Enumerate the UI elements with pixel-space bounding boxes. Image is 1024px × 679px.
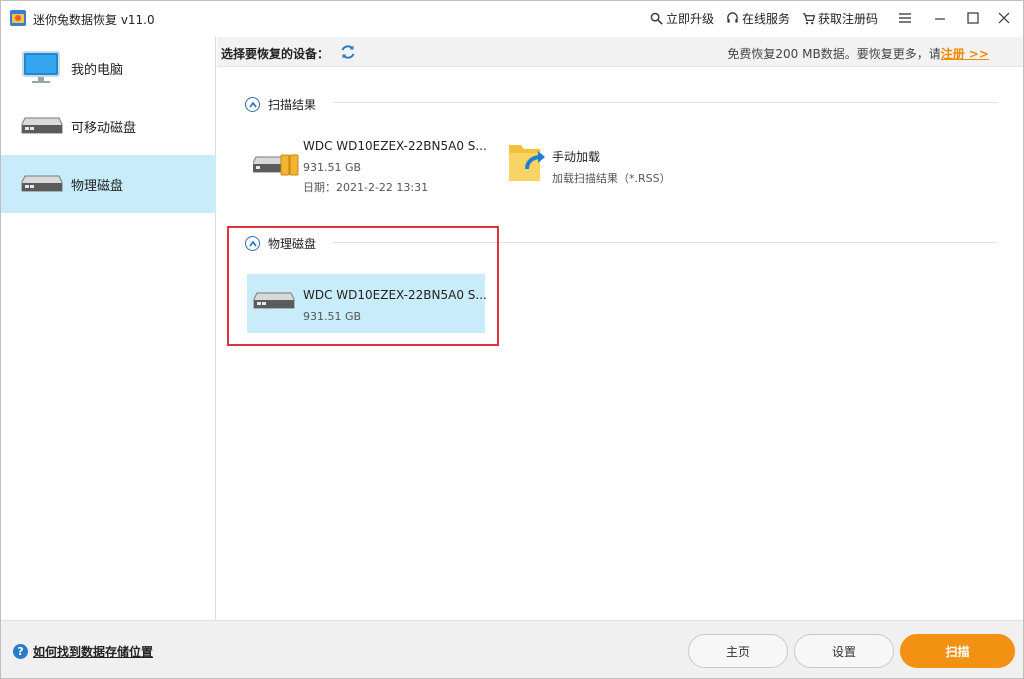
physical-disk-icon <box>21 175 63 192</box>
manual-load-title: 手动加载 <box>552 150 601 164</box>
scan-results-header: 扫描结果 <box>245 96 316 113</box>
section-divider <box>333 102 998 103</box>
free-limit-notice: 免费恢复200 MB数据。要恢复更多，请注册 >> <box>727 45 989 62</box>
settings-button[interactable]: 设置 <box>794 634 894 668</box>
page-title: 选择要恢复的设备： <box>221 47 330 61</box>
support-label: 在线服务 <box>741 12 790 26</box>
sidebar-item-my-computer[interactable]: 我的电脑 <box>1 39 216 97</box>
manual-load-item[interactable]: 手动加载 加载扫描结果（*.RSS） <box>507 141 727 187</box>
app-title: 迷你兔数据恢复 v11.0 <box>33 13 155 27</box>
device-size: 931.51 GB <box>303 161 362 174</box>
help-link[interactable]: ? 如何找到数据存储位置 <box>13 643 153 660</box>
hamburger-icon <box>899 13 911 23</box>
sidebar: 我的电脑 可移动磁盘 物理磁盘 <box>1 37 216 620</box>
minimize-icon <box>935 18 945 20</box>
close-button[interactable] <box>993 7 1015 29</box>
footer-bar: ? 如何找到数据存储位置 主页 设置 扫描 <box>1 620 1023 678</box>
cart-icon <box>802 13 815 25</box>
monitor-icon <box>22 51 60 83</box>
scan-button[interactable]: 扫描 <box>900 634 1015 668</box>
title-bar: 迷你兔数据恢复 v11.0 立即升级 在线服务 获取注册码 <box>1 1 1023 37</box>
device-name: WDC WD10EZEX-22BN5A0 S... <box>303 139 487 153</box>
sidebar-item-label: 可移动磁盘 <box>71 120 137 136</box>
disk-with-folder-icon <box>253 154 299 176</box>
upgrade-link[interactable]: 立即升级 <box>650 10 714 27</box>
settings-button-label: 设置 <box>831 644 856 659</box>
notice-text: 免费恢复200 MB数据。要恢复更多，请 <box>727 47 941 61</box>
collapse-toggle[interactable] <box>245 97 260 112</box>
scan-button-label: 扫描 <box>945 644 970 659</box>
refresh-icon[interactable] <box>339 43 357 61</box>
close-icon <box>998 12 1010 24</box>
device-header: 选择要恢复的设备： 免费恢复200 MB数据。要恢复更多，请注册 >> <box>217 37 1023 67</box>
scan-result-item[interactable]: WDC WD10EZEX-22BN5A0 S... 931.51 GB 日期：2… <box>247 131 487 197</box>
chevron-up-icon <box>248 101 257 107</box>
get-code-link[interactable]: 获取注册码 <box>802 10 878 27</box>
scan-date: 日期：2021-2-22 13:31 <box>303 181 429 194</box>
maximize-icon <box>967 12 979 24</box>
maximize-button[interactable] <box>962 7 984 29</box>
search-key-icon <box>650 12 663 25</box>
help-label: 如何找到数据存储位置 <box>33 645 154 659</box>
home-button[interactable]: 主页 <box>688 634 788 668</box>
highlight-annotation <box>227 226 499 346</box>
menu-button[interactable] <box>894 7 916 29</box>
title-links: 立即升级 在线服务 获取注册码 <box>650 10 878 27</box>
sidebar-item-removable-disk[interactable]: 可移动磁盘 <box>1 97 216 155</box>
support-link[interactable]: 在线服务 <box>726 10 790 27</box>
sidebar-item-label: 我的电脑 <box>71 62 124 78</box>
register-link[interactable]: 注册 >> <box>941 47 989 61</box>
minimize-button[interactable] <box>929 7 951 29</box>
app-logo-icon <box>10 10 26 26</box>
home-button-label: 主页 <box>725 644 750 659</box>
help-icon: ? <box>13 644 28 659</box>
manual-load-subtitle: 加载扫描结果（*.RSS） <box>552 172 671 185</box>
get-code-label: 获取注册码 <box>817 12 878 26</box>
section-title: 扫描结果 <box>268 98 317 112</box>
app-window: 迷你兔数据恢复 v11.0 立即升级 在线服务 获取注册码 我的电脑 可移动磁盘… <box>0 0 1024 679</box>
sidebar-item-label: 物理磁盘 <box>71 178 124 194</box>
folder-arrow-icon <box>509 145 545 181</box>
sidebar-item-physical-disk[interactable]: 物理磁盘 <box>1 155 216 213</box>
headset-icon <box>727 12 738 23</box>
removable-disk-icon <box>21 117 63 134</box>
upgrade-label: 立即升级 <box>665 12 714 26</box>
